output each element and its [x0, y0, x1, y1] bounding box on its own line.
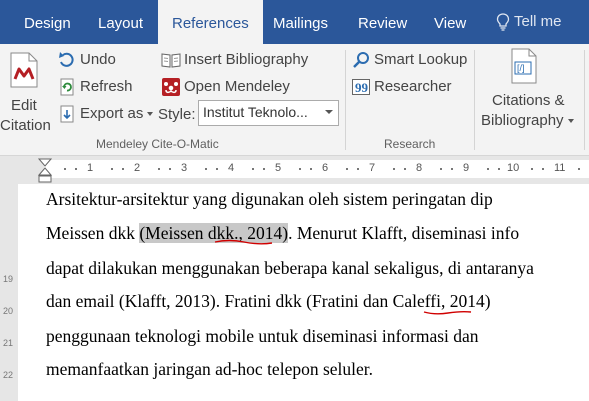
tab-mailings[interactable]: Mailings: [273, 0, 328, 44]
refresh-icon: [60, 78, 74, 96]
horizontal-ruler: 1 2 3 4 5 6 7 8 9 10 11: [0, 156, 589, 184]
smart-lookup-button[interactable]: Smart Lookup: [350, 49, 475, 71]
vertical-ruler: 19 20 21 22: [0, 184, 18, 401]
export-as-label: Export as: [80, 105, 154, 122]
spellcheck-underline: [423, 310, 472, 315]
document-text: . Menurut Klafft, diseminasi info: [288, 223, 520, 243]
document-text: Meissen dkk: [46, 223, 140, 243]
ruler-number: 2: [134, 162, 141, 174]
tab-design[interactable]: Design: [24, 0, 71, 44]
ruler-number: 8: [416, 162, 423, 174]
open-mendeley-button[interactable]: Open Mendeley: [160, 76, 300, 98]
citation-document-icon: [/]: [511, 48, 537, 84]
svg-text:99: 99: [355, 80, 369, 95]
chevron-down-icon: [147, 112, 154, 117]
export-as-button[interactable]: Export as: [57, 103, 157, 125]
style-label: Style:: [158, 106, 196, 123]
undo-button[interactable]: Undo: [57, 49, 147, 71]
mendeley-document-icon: [10, 52, 38, 88]
refresh-label: Refresh: [80, 78, 133, 95]
document-line[interactable]: memanfaatkan jaringan ad-hoc telepon sel…: [46, 359, 373, 380]
ruler-track[interactable]: 1 2 3 4 5 6 7 8 9 10 11: [44, 160, 589, 178]
document-page[interactable]: Arsitektur-arsitektur yang digunakan ole…: [18, 184, 589, 401]
tab-layout[interactable]: Layout: [98, 0, 143, 44]
ruler-number: 10: [507, 162, 520, 174]
group-divider: [345, 50, 346, 150]
research-group-label: Research: [384, 137, 436, 151]
open-book-icon: [161, 53, 181, 68]
search-icon: [353, 52, 369, 68]
spellcheck-underline: [214, 239, 273, 245]
citation-style-value: Institut Teknolo...: [203, 104, 308, 120]
undo-label: Undo: [80, 51, 116, 68]
citations-bibliography-label-2: Bibliography: [481, 112, 574, 129]
mendeley-logo-icon: [162, 78, 180, 96]
ruler-number: 9: [463, 162, 470, 174]
undo-icon: [59, 52, 74, 67]
vertical-ruler-number: 21: [3, 338, 14, 348]
document-line[interactable]: dapat dilakukan menggunakan beberapa kan…: [46, 258, 534, 279]
edit-citation-label-1: Edit: [11, 97, 37, 114]
tab-view[interactable]: View: [434, 0, 466, 44]
group-divider: [474, 50, 475, 150]
group-divider: [584, 50, 585, 150]
document-line[interactable]: penggunaan teknologi mobile untuk disemi…: [46, 326, 479, 347]
indent-marker-icon[interactable]: [38, 158, 52, 184]
document-line[interactable]: Arsitektur-arsitektur yang digunakan ole…: [46, 189, 493, 210]
ruler-number: 11: [554, 162, 566, 174]
ruler-number: 7: [369, 162, 376, 174]
researcher-label: Researcher: [374, 78, 452, 95]
citations-bibliography-label-1: Citations &: [492, 92, 565, 109]
insert-bibliography-button[interactable]: Insert Bibliography: [160, 49, 320, 71]
mendeley-group-label: Mendeley Cite-O-Matic: [96, 137, 219, 151]
vertical-ruler-number: 20: [3, 306, 14, 316]
ruler-number: 1: [87, 162, 94, 174]
refresh-button[interactable]: Refresh: [57, 76, 147, 98]
citations-bibliography-button[interactable]: [/] Citations & Bibliography: [478, 46, 578, 134]
edit-citation-label-2: Citation: [0, 117, 51, 134]
export-icon: [60, 105, 74, 123]
vertical-ruler-number: 19: [3, 274, 14, 284]
open-mendeley-label: Open Mendeley: [184, 78, 290, 95]
ruler-number: 4: [228, 162, 235, 174]
ruler-number: 6: [322, 162, 329, 174]
ribbon-tab-bar: Design Layout References Mailings Review…: [0, 0, 589, 44]
tab-review[interactable]: Review: [358, 0, 407, 44]
lightbulb-icon: [496, 13, 510, 31]
researcher-button[interactable]: 99 Researcher: [350, 76, 470, 98]
chevron-down-icon: [567, 119, 574, 124]
insert-bibliography-label: Insert Bibliography: [184, 51, 309, 68]
vertical-ruler-number: 22: [3, 370, 14, 380]
ruler-number: 5: [275, 162, 282, 174]
document-line[interactable]: Meissen dkk (Meissen dkk., 2014). Menuru…: [46, 223, 519, 244]
tell-me-search[interactable]: Tell me: [496, 0, 562, 44]
tell-me-label: Tell me: [514, 13, 562, 30]
ribbon-panel: Edit Citation Undo Refresh Export as Ins…: [0, 44, 589, 156]
citation-style-select[interactable]: Institut Teknolo...: [198, 100, 339, 126]
chevron-down-icon: [325, 110, 333, 114]
smart-lookup-label: Smart Lookup: [374, 51, 468, 68]
tab-references[interactable]: References: [158, 0, 263, 44]
quote-icon: 99: [352, 79, 370, 95]
svg-text:[/]: [/]: [517, 63, 525, 73]
edit-citation-button[interactable]: Edit Citation: [0, 48, 52, 134]
ruler-number: 3: [181, 162, 188, 174]
